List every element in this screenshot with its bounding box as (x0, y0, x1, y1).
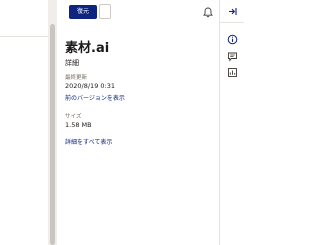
size-label: サイズ (65, 114, 82, 120)
divider (0, 36, 48, 37)
bell-icon[interactable] (203, 7, 213, 18)
last-updated-label: 最終更新 (65, 75, 88, 81)
collapse-panel-icon[interactable] (227, 6, 238, 17)
file-details-panel: 素材.ai 詳細 最終更新 2020/8/19 0:31 前のバージョンを表示 … (57, 25, 219, 245)
details-section-heading: 詳細 (65, 59, 79, 67)
file-name-title: 素材.ai (65, 41, 110, 56)
scrollbar-thumb[interactable] (50, 24, 55, 245)
size-value: 1.58 MB (65, 121, 92, 129)
details-toolbar: 復元 (57, 0, 219, 25)
show-all-details-link[interactable]: 詳細をすべて表示 (65, 137, 112, 146)
rail-divider (220, 22, 244, 23)
previous-version-link[interactable]: 前のバージョンを表示 (65, 93, 125, 102)
right-rail (219, 0, 244, 245)
activity-icon[interactable] (227, 67, 238, 78)
last-updated-value: 2020/8/19 0:31 (65, 82, 115, 90)
more-options-button[interactable] (99, 4, 111, 19)
restore-button[interactable]: 復元 (69, 5, 97, 19)
info-icon[interactable] (227, 34, 238, 45)
file-list-pane (0, 0, 57, 245)
comment-icon[interactable] (227, 51, 238, 62)
